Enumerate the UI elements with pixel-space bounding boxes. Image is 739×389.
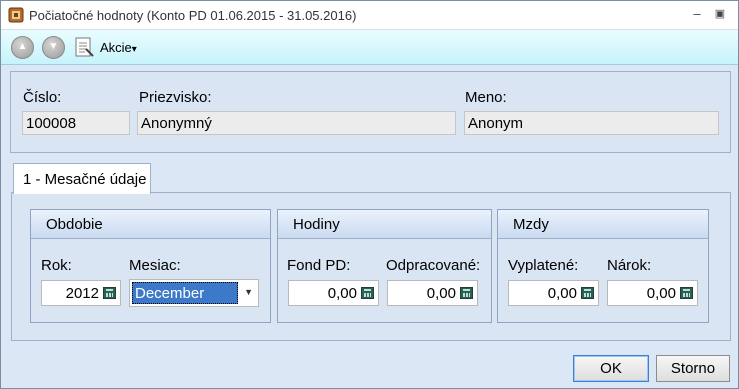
calculator-icon[interactable] (361, 287, 374, 299)
fund-input[interactable]: 0,00 (288, 280, 379, 306)
month-value: December (135, 285, 205, 302)
calculator-icon[interactable] (103, 287, 116, 299)
paid-input[interactable]: 0,00 (508, 280, 599, 306)
period-title: Obdobie (46, 216, 103, 233)
app-icon (8, 7, 24, 23)
chevron-down-icon[interactable]: ▼ (244, 287, 253, 297)
surname-field: Anonymný (137, 111, 456, 135)
name-field: Anonym (464, 111, 719, 135)
month-select[interactable]: December ▼ (129, 279, 259, 307)
year-input[interactable]: 2012 (41, 280, 121, 306)
entitlement-input[interactable]: 0,00 (607, 280, 698, 306)
ok-button[interactable]: OK (573, 355, 649, 382)
period-group-header: Obdobie (31, 210, 270, 239)
fund-value: 0,00 (327, 285, 357, 302)
arrow-down-icon: ▼ (48, 41, 59, 52)
calculator-icon[interactable] (581, 287, 594, 299)
entitlement-value: 0,00 (646, 285, 676, 302)
actions-menu[interactable]: Akcie▾ (100, 40, 137, 55)
fund-label: Fond PD: (287, 257, 351, 274)
wages-group-header: Mzdy (498, 210, 708, 239)
surname-label: Priezvisko: (139, 89, 212, 106)
navigate-down-button[interactable]: ▼ (42, 36, 65, 59)
document-list-icon[interactable] (74, 37, 94, 58)
wages-title: Mzdy (513, 216, 549, 233)
worked-input[interactable]: 0,00 (387, 280, 478, 306)
calculator-icon[interactable] (460, 287, 473, 299)
toolbar: ▲ ▼ Akcie▾ (1, 30, 738, 65)
minimize-icon[interactable]: – (688, 5, 706, 23)
paid-value: 0,00 (547, 285, 577, 302)
tab-monthly-data[interactable]: 1 - Mesačné údaje (13, 163, 151, 194)
month-selected: December (132, 282, 238, 304)
number-field: 100008 (22, 111, 130, 135)
maximize-icon[interactable]: ▣ (711, 5, 729, 23)
year-label: Rok: (41, 257, 72, 274)
title-bar: Počiatočné hodnoty (Konto PD 01.06.2015 … (1, 1, 738, 30)
worked-value: 0,00 (426, 285, 456, 302)
tab-label: 1 - Mesačné údaje (23, 171, 147, 188)
cancel-button[interactable]: Storno (656, 355, 730, 382)
actions-menu-label: Akcie (100, 40, 132, 55)
name-label: Meno: (465, 89, 507, 106)
worked-label: Odpracované: (386, 257, 481, 274)
calculator-icon[interactable] (680, 287, 693, 299)
year-value: 2012 (65, 285, 99, 302)
number-label: Číslo: (23, 89, 62, 106)
hours-group-header: Hodiny (278, 210, 491, 239)
window-title: Počiatočné hodnoty (Konto PD 01.06.2015 … (29, 8, 357, 23)
entitlement-label: Nárok: (607, 257, 652, 274)
month-label: Mesiac: (129, 257, 181, 274)
dialog-window: Počiatočné hodnoty (Konto PD 01.06.2015 … (0, 0, 739, 389)
hours-title: Hodiny (293, 216, 340, 233)
paid-label: Vyplatené: (508, 257, 579, 274)
dropdown-arrow-icon: ▾ (131, 44, 137, 55)
arrow-up-icon: ▲ (17, 41, 28, 52)
navigate-up-button[interactable]: ▲ (11, 36, 34, 59)
